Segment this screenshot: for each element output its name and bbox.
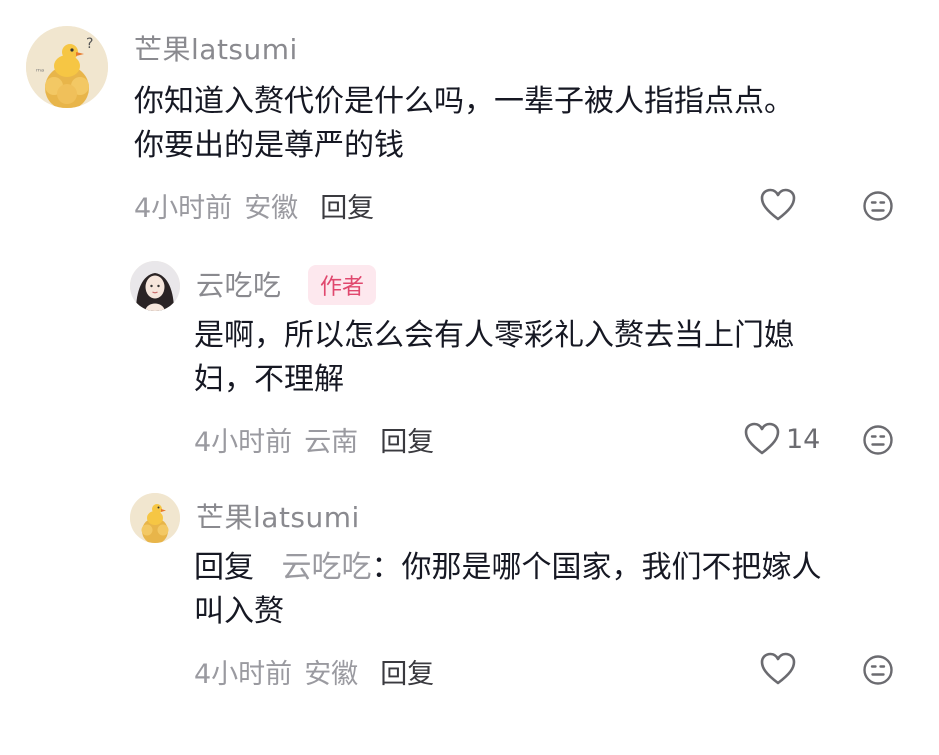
heart-icon (760, 652, 796, 685)
dislike-face-icon (863, 191, 893, 221)
avatar[interactable]: ? ᵐᵃ (26, 26, 108, 108)
like-button[interactable] (760, 652, 796, 686)
avatar[interactable] (130, 493, 180, 543)
like-button[interactable] (760, 188, 796, 222)
comment-text: 是啊，所以怎么会有人零彩礼入赘去当上门媳 妇，不理解 (194, 314, 794, 402)
comment-thread: ? ᵐᵃ 芒果latsumi 你知道入赘代价是什么吗，一辈子被人指指点点。 你要… (0, 0, 939, 755)
comment-line: 你知道入赘代价是什么吗，一辈子被人指指点点。 (134, 84, 794, 119)
svg-text:?: ? (86, 36, 93, 52)
comment-line: 叫入赘 (194, 594, 284, 629)
comment-line: 回复 云吃吃：你那是哪个国家，我们不把嫁人 (194, 546, 822, 590)
comment-meta: 4小时前 云南 回复 (194, 420, 434, 459)
reply-button[interactable]: 回复 (380, 652, 434, 691)
location: 安徽 (304, 659, 359, 690)
comment-meta: 4小时前 安徽 回复 (134, 186, 374, 225)
dislike-button[interactable] (862, 190, 894, 222)
avatar-duck-image (130, 493, 180, 543)
comment-line: 是啊，所以怎么会有人零彩礼入赘去当上门媳 (194, 318, 794, 353)
reply-text: 你那是哪个国家，我们不把嫁人 (401, 550, 822, 585)
comment-line: 妇，不理解 (194, 362, 344, 397)
dislike-face-icon (863, 425, 893, 455)
svg-text:ᵐᵃ: ᵐᵃ (36, 67, 44, 76)
location: 云南 (304, 427, 359, 458)
avatar-duck-image: ? ᵐᵃ (26, 26, 108, 108)
reply-button[interactable]: 回复 (320, 186, 374, 225)
heart-icon (744, 422, 780, 455)
avatar-portrait-image (130, 261, 180, 311)
dislike-button[interactable] (862, 654, 894, 686)
comment-line: 你要出的是尊严的钱 (134, 128, 404, 163)
reply-colon: ： (371, 550, 402, 585)
username[interactable]: 芒果latsumi (196, 496, 360, 536)
reply-target-username[interactable]: 云吃吃 (282, 550, 372, 585)
timestamp: 4小时前 (134, 193, 233, 224)
heart-icon (760, 188, 796, 221)
reply-button[interactable]: 回复 (380, 420, 434, 459)
username[interactable]: 芒果latsumi (134, 28, 298, 68)
dislike-button[interactable] (862, 424, 894, 456)
avatar[interactable] (130, 261, 180, 311)
comment-text: 你知道入赘代价是什么吗，一辈子被人指指点点。 你要出的是尊严的钱 (134, 80, 794, 168)
author-badge: 作者 (308, 265, 377, 305)
comment-meta: 4小时前 安徽 回复 (194, 652, 434, 691)
comment-text: 回复 云吃吃：你那是哪个国家，我们不把嫁人 叫入赘 (194, 546, 822, 634)
reply-prefix: 回复 (194, 550, 254, 585)
location: 安徽 (244, 193, 299, 224)
dislike-face-icon (863, 655, 893, 685)
timestamp: 4小时前 (194, 427, 293, 458)
timestamp: 4小时前 (194, 659, 293, 690)
like-button[interactable]: 14 (744, 422, 820, 456)
like-count: 14 (786, 423, 821, 455)
username[interactable]: 云吃吃 (196, 264, 282, 304)
